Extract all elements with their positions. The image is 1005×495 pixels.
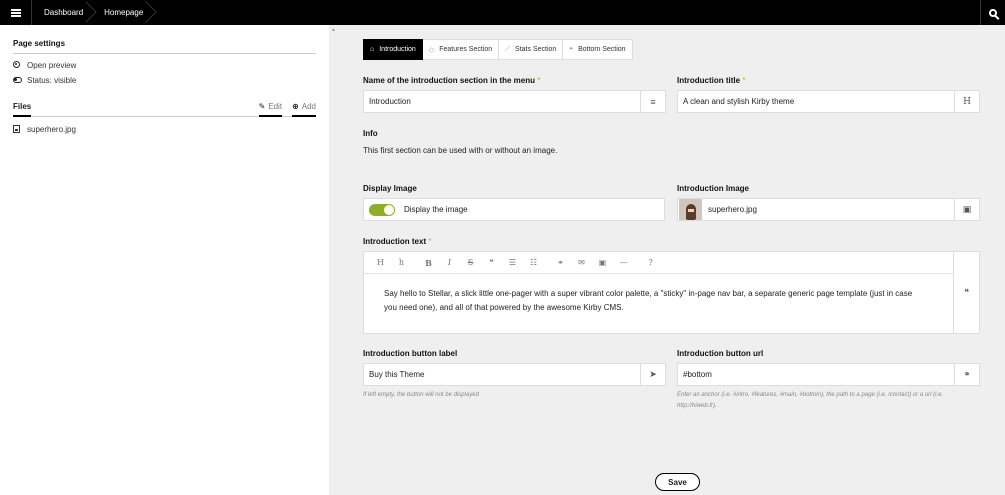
files-title: Files (13, 102, 32, 117)
cursor-icon: ➤ (640, 364, 665, 385)
chart-icon: ⟋ (505, 45, 511, 53)
preview-icon (13, 61, 20, 68)
button-url-value: #bottom (683, 370, 712, 379)
tab-features[interactable]: ◇ Features Section (422, 39, 500, 60)
diamond-icon: ◇ (428, 46, 435, 54)
sidebar: Page settings Open preview Status: visib… (0, 25, 329, 495)
help-icon[interactable]: ? (640, 258, 661, 267)
page-settings-title: Page settings (13, 39, 316, 54)
tab-introduction[interactable]: ⌂ Introduction (363, 39, 423, 60)
heading2-icon[interactable]: h (391, 258, 412, 267)
status-label: Status: visible (27, 76, 77, 85)
plus-circle-icon: ⊕ (292, 102, 299, 111)
menu-name-value: Introduction (369, 97, 411, 106)
section-tabs: ⌂ Introduction ◇ Features Section ⟋ Stats S… (363, 39, 633, 60)
file-item[interactable]: superhero.jpg (13, 119, 316, 139)
intro-text-editor[interactable]: H h B I S ❝ ☰ ☷ ⚭ ✉ ▣ — ? Say hello to S… (363, 251, 980, 334)
intro-image-value: superhero.jpg (708, 205, 757, 214)
button-url-help: Enter an anchor (i.e. #intro, #features,… (677, 392, 944, 409)
quote-icon: ❝ (953, 252, 979, 333)
display-image-text: Display the image (404, 205, 468, 214)
search-icon (989, 8, 997, 17)
top-bar: Dashboard Homepage (0, 0, 1005, 25)
save-button[interactable]: Save (655, 473, 700, 491)
toggle-switch[interactable] (369, 203, 395, 216)
button-label-label: Introduction button label (363, 349, 458, 358)
menu-name-label: Name of the introduction section in the … (363, 76, 541, 85)
open-preview-label: Open preview (27, 61, 77, 70)
ordered-list-icon[interactable]: ☷ (523, 258, 544, 267)
editor-toolbar: H h B I S ❝ ☰ ☷ ⚭ ✉ ▣ — ? (364, 252, 953, 274)
button-url-label: Introduction button url (677, 349, 764, 358)
scroll-up-icon[interactable]: ▲ (331, 27, 336, 33)
heading1-icon[interactable]: H (370, 258, 391, 267)
pencil-icon: ✎ (258, 102, 266, 111)
files-header: Files ✎ Edit ⊕ Add (13, 100, 316, 117)
toggle-icon (13, 77, 22, 83)
status-toggle[interactable]: Status: visible (13, 73, 316, 88)
button-label-help: If left empty, the button will not be di… (363, 392, 479, 398)
blockquote-icon[interactable]: ❝ (481, 258, 502, 267)
menu-lines-icon: ≡ (640, 91, 665, 112)
home-icon: ⌂ (370, 46, 375, 53)
intro-title-field[interactable]: A clean and stylish Kirby theme H (677, 90, 980, 113)
image-icon: ▣ (954, 199, 979, 220)
intro-image-label: Introduction Image (677, 184, 749, 193)
edit-label: Edit (268, 102, 283, 111)
bullet-list-icon[interactable]: ☰ (502, 258, 523, 267)
horizontal-rule-icon[interactable]: — (613, 258, 634, 267)
tab-bottom[interactable]: ❝ Bottom Section (563, 39, 633, 60)
button-url-field[interactable]: #bottom ⚭ (677, 363, 980, 386)
intro-image-field[interactable]: superhero.jpg ▣ (677, 198, 980, 221)
menu-name-field[interactable]: Introduction ≡ (363, 90, 666, 113)
bold-icon[interactable]: B (418, 258, 439, 268)
breadcrumb-homepage[interactable]: Homepage (92, 0, 152, 25)
heading-icon: H (954, 91, 979, 112)
search-button[interactable] (980, 0, 1005, 25)
edit-files-button[interactable]: ✎ Edit (258, 102, 283, 117)
intro-title-label: Introduction title * (677, 76, 746, 85)
intro-text-value: Say hello to Stellar, a slick little one… (384, 289, 913, 312)
link-icon[interactable]: ⚭ (550, 258, 571, 267)
display-image-toggle[interactable]: Display the image (363, 198, 665, 221)
button-label-value: Buy this Theme (369, 370, 425, 379)
breadcrumb-dashboard[interactable]: Dashboard (32, 0, 92, 25)
info-label: Info (363, 129, 378, 138)
info-text: This first section can be used with or w… (363, 146, 558, 155)
intro-title-value: A clean and stylish Kirby theme (683, 97, 795, 106)
add-label: Add (301, 102, 316, 111)
file-name: superhero.jpg (27, 124, 76, 134)
tab-stats[interactable]: ⟋ Stats Section (499, 39, 564, 60)
main-content: ▲ ⌂ Introduction ◇ Features Section ⟋ Stats… (329, 25, 1005, 495)
intro-text-label: Introduction text * (363, 237, 432, 246)
strikethrough-icon[interactable]: S (460, 258, 481, 267)
hamburger-icon (10, 8, 21, 17)
button-label-field[interactable]: Buy this Theme ➤ (363, 363, 666, 386)
quote-icon: ❝ (569, 46, 574, 54)
display-image-label: Display Image (363, 184, 417, 193)
image-thumbnail (679, 199, 702, 220)
open-preview-link[interactable]: Open preview (13, 58, 316, 73)
email-icon[interactable]: ✉ (571, 258, 592, 267)
italic-icon[interactable]: I (439, 258, 460, 267)
image-insert-icon[interactable]: ▣ (592, 258, 613, 267)
image-file-icon (13, 125, 20, 133)
add-file-button[interactable]: ⊕ Add (292, 102, 316, 117)
link-icon: ⚭ (954, 364, 979, 385)
menu-button[interactable] (0, 0, 32, 25)
